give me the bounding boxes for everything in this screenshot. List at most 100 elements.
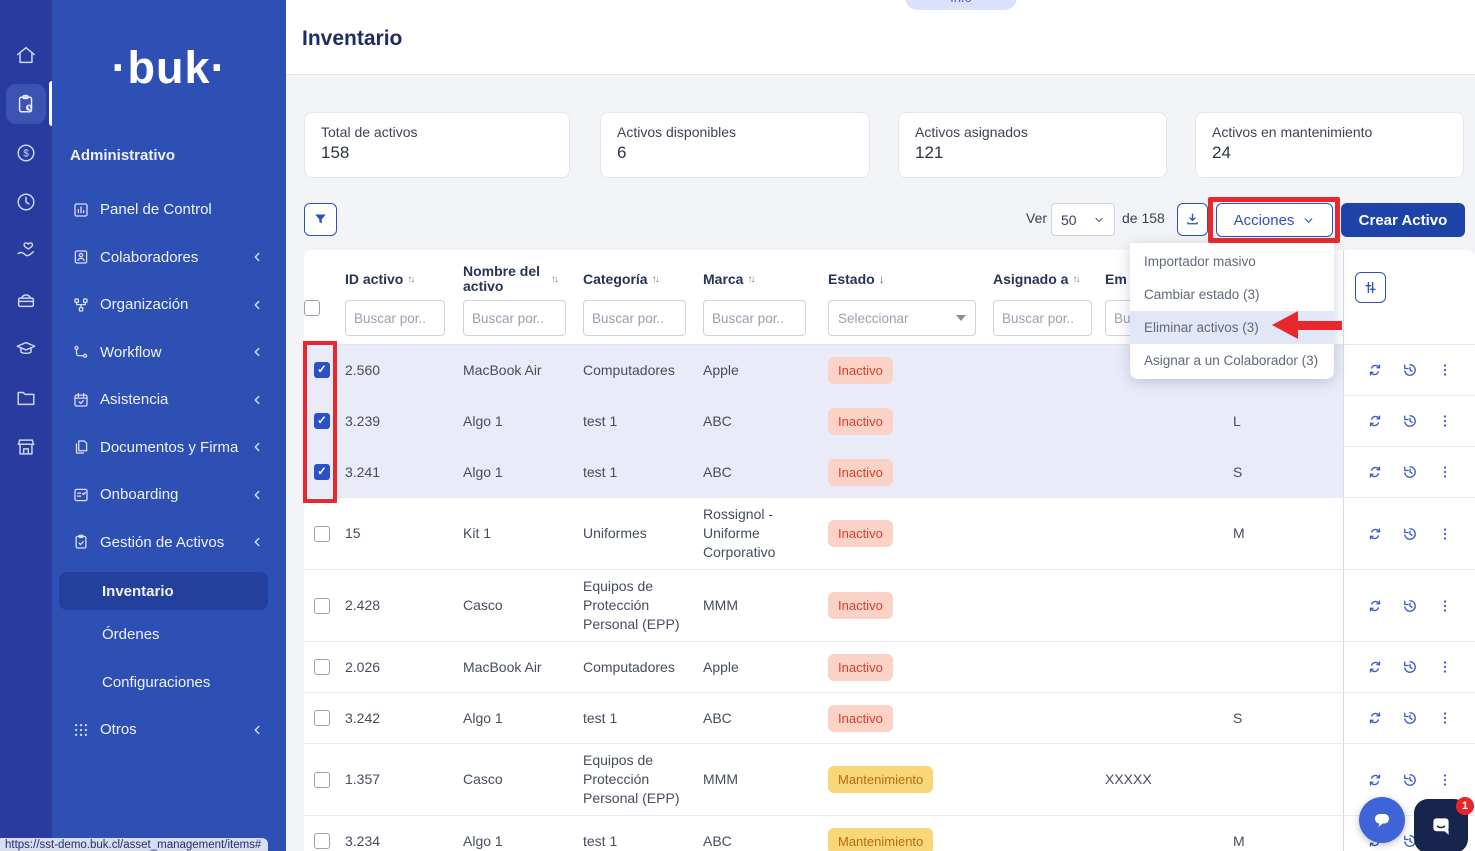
rail-talent[interactable]	[0, 275, 52, 324]
row-checkbox[interactable]	[314, 710, 330, 726]
table-row[interactable]: 3.242 Algo 1 test 1 ABC Inactivo S	[304, 693, 1475, 744]
column-header-categoria[interactable]: Categoría	[583, 272, 648, 287]
sidebar-item-label: Onboarding	[100, 486, 250, 503]
rail-marketplace[interactable]	[0, 422, 52, 471]
history-icon[interactable]	[1401, 361, 1419, 379]
stat-card-asignados: Activos asignados 121	[898, 112, 1167, 178]
cell-talla: M	[1205, 517, 1290, 550]
kebab-menu-icon[interactable]	[1436, 361, 1454, 379]
row-checkbox[interactable]	[314, 659, 330, 675]
change-state-icon[interactable]	[1366, 463, 1384, 481]
history-icon[interactable]	[1401, 709, 1419, 727]
buk-logo[interactable]: ·buk·	[52, 42, 286, 94]
kebab-menu-icon[interactable]	[1436, 658, 1454, 676]
row-checkbox[interactable]	[314, 772, 330, 788]
row-checkbox[interactable]	[314, 413, 330, 429]
sidebar-subitem-ordenes[interactable]: Órdenes	[52, 610, 286, 658]
column-header-nombre[interactable]: Nombre del activo	[463, 264, 547, 294]
filter-marca-input[interactable]	[703, 300, 806, 336]
table-row[interactable]: 2.428 Casco Equipos de Protección Person…	[304, 570, 1475, 642]
sort-icon[interactable]: ↑↓	[1072, 272, 1078, 287]
rail-home[interactable]	[0, 30, 52, 79]
change-state-icon[interactable]	[1366, 658, 1384, 676]
change-state-icon[interactable]	[1366, 709, 1384, 727]
menu-item-asignar-colaborador[interactable]: Asignar a un Colaborador (3)	[1130, 344, 1334, 377]
table-row[interactable]: 1.357 Casco Equipos de Protección Person…	[304, 744, 1475, 816]
filter-categoria-input[interactable]	[583, 300, 686, 336]
filter-id-input[interactable]	[345, 300, 445, 336]
sort-icon[interactable]: ↑↓	[551, 272, 557, 287]
rail-documents[interactable]	[0, 373, 52, 422]
sidebar-item-panel-de-control[interactable]: Panel de Control	[52, 186, 286, 234]
change-state-icon[interactable]	[1366, 525, 1384, 543]
kebab-menu-icon[interactable]	[1436, 463, 1454, 481]
chevron-left-icon	[250, 535, 264, 549]
history-icon[interactable]	[1401, 597, 1419, 615]
chat-launcher-button[interactable]	[1359, 797, 1405, 843]
column-header-asignado[interactable]: Asignado a	[993, 272, 1068, 287]
change-state-icon[interactable]	[1366, 597, 1384, 615]
filter-nombre-input[interactable]	[463, 300, 566, 336]
sidebar-item-documentos-y-firma[interactable]: Documentos y Firma	[52, 424, 286, 472]
rail-remunerations[interactable]: $	[0, 128, 52, 177]
table-row[interactable]: 3.241 Algo 1 test 1 ABC Inactivo S	[304, 447, 1475, 498]
change-state-icon[interactable]	[1366, 361, 1384, 379]
filter-button[interactable]	[304, 203, 337, 236]
menu-item-eliminar-activos[interactable]: Eliminar activos (3)	[1130, 311, 1334, 344]
column-header-marca[interactable]: Marca	[703, 272, 743, 287]
kebab-menu-icon[interactable]	[1436, 412, 1454, 430]
change-state-icon[interactable]	[1366, 412, 1384, 430]
download-button[interactable]	[1177, 203, 1208, 236]
actions-button[interactable]: Acciones	[1216, 203, 1333, 237]
sort-icon[interactable]: ↑↓	[652, 272, 658, 287]
row-checkbox[interactable]	[314, 362, 330, 378]
sidebar-item-asistencia[interactable]: Asistencia	[52, 376, 286, 424]
sidebar-item-organizacion[interactable]: Organización	[52, 281, 286, 329]
column-header-id[interactable]: ID activo	[345, 272, 403, 287]
row-checkbox[interactable]	[314, 833, 330, 849]
kebab-menu-icon[interactable]	[1436, 709, 1454, 727]
history-icon[interactable]	[1401, 525, 1419, 543]
table-row[interactable]: 15 Kit 1 Uniformes Rossignol - Uniforme …	[304, 498, 1475, 570]
rail-training[interactable]	[0, 324, 52, 373]
sort-desc-icon[interactable]: ↓	[879, 272, 885, 287]
row-checkbox[interactable]	[314, 598, 330, 614]
history-icon[interactable]	[1401, 771, 1419, 789]
row-checkbox[interactable]	[314, 464, 330, 480]
rail-benefits[interactable]	[0, 226, 52, 275]
sort-icon[interactable]: ↑↓	[747, 272, 753, 287]
filter-asignado-input[interactable]	[993, 300, 1092, 336]
sidebar-item-otros[interactable]: Otros	[52, 706, 286, 754]
sort-icon[interactable]: ↑↓	[407, 272, 413, 287]
history-icon[interactable]	[1401, 463, 1419, 481]
rail-time[interactable]	[0, 177, 52, 226]
table-row[interactable]: 3.239 Algo 1 test 1 ABC Inactivo L	[304, 396, 1475, 447]
row-checkbox[interactable]	[314, 526, 330, 542]
change-state-icon[interactable]	[1366, 771, 1384, 789]
column-header-empresa[interactable]: Em	[1105, 272, 1127, 287]
sidebar-subitem-configuraciones[interactable]: Configuraciones	[52, 658, 286, 706]
create-asset-button[interactable]: Crear Activo	[1341, 203, 1465, 237]
column-header-estado[interactable]: Estado	[828, 272, 875, 287]
storefront-icon	[15, 436, 37, 458]
kebab-menu-icon[interactable]	[1436, 525, 1454, 543]
kebab-menu-icon[interactable]	[1436, 597, 1454, 615]
menu-item-importador-masivo[interactable]: Importador masivo	[1130, 245, 1334, 278]
sidebar-item-gestion-de-activos[interactable]: Gestión de Activos	[52, 519, 286, 567]
sidebar-subitem-inventario[interactable]: Inventario	[59, 572, 268, 610]
sidebar-item-colaboradores[interactable]: Colaboradores	[52, 234, 286, 282]
cell-talla: L	[1205, 405, 1290, 438]
history-icon[interactable]	[1401, 658, 1419, 676]
table-row[interactable]: 3.234 Algo 1 test 1 ABC Mantenimiento M	[304, 816, 1475, 851]
sidebar-item-workflow[interactable]: Workflow	[52, 329, 286, 377]
select-all-checkbox[interactable]	[304, 300, 320, 316]
rail-assets[interactable]	[0, 79, 52, 128]
menu-item-cambiar-estado[interactable]: Cambiar estado (3)	[1130, 278, 1334, 311]
kebab-menu-icon[interactable]	[1436, 771, 1454, 789]
filter-estado-select[interactable]: Seleccionar	[828, 300, 976, 336]
column-settings-button[interactable]	[1355, 272, 1386, 303]
page-size-select[interactable]: 50	[1051, 203, 1115, 236]
history-icon[interactable]	[1401, 412, 1419, 430]
table-row[interactable]: 2.026 MacBook Air Computadores Apple Ina…	[304, 642, 1475, 693]
sidebar-item-onboarding[interactable]: Onboarding	[52, 471, 286, 519]
